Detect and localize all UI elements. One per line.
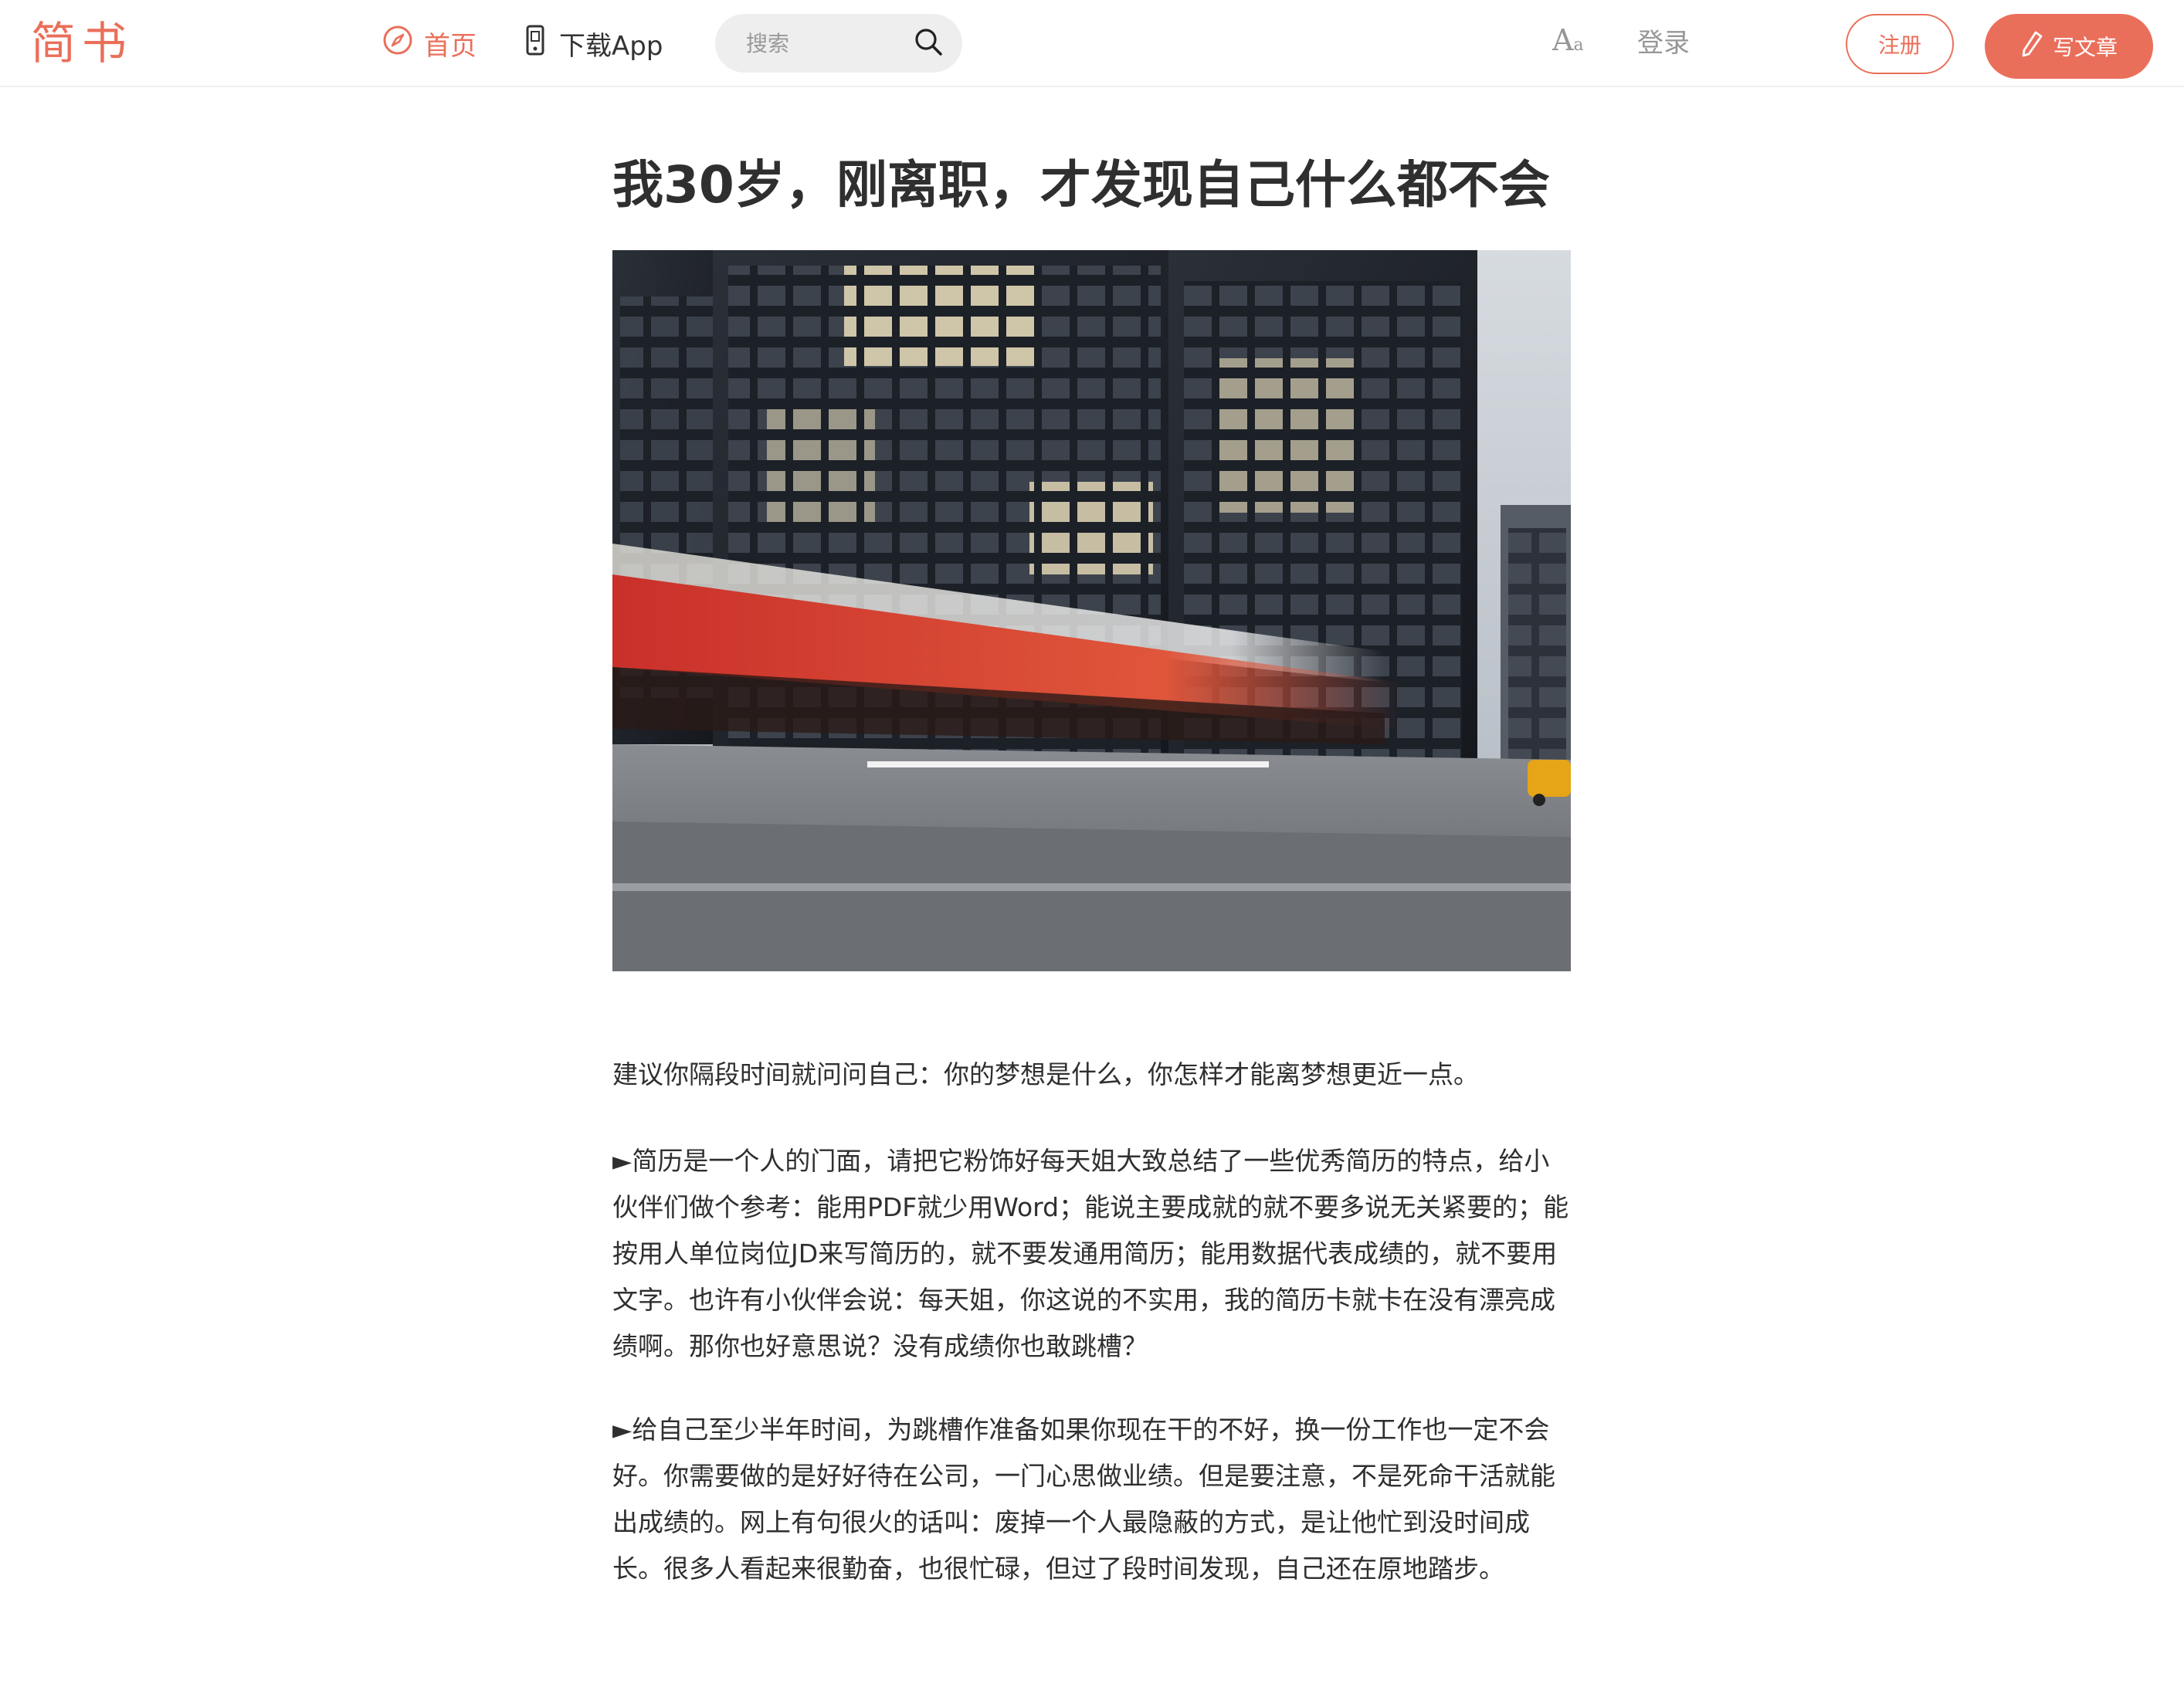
register-button[interactable]: 注册 [1846, 14, 1954, 74]
compass-icon [382, 25, 413, 63]
search-input[interactable] [746, 14, 916, 73]
top-navbar: 简书 首页 下载App 搜索 Aa 登录 注册 写文章 [0, 0, 2184, 87]
mobile-phone-icon [525, 25, 545, 63]
pencil-icon [2020, 30, 2043, 63]
article-hero-image [612, 250, 1571, 971]
write-article-label: 写文章 [2052, 35, 2118, 60]
font-toggle-small: a [1573, 36, 1584, 55]
search-bar [715, 14, 962, 73]
article-paragraph-1: 建议你隔段时间就问问自己：你的梦想是什么，你怎样才能离梦想更近一点。 [612, 1059, 1479, 1089]
article-paragraph-3: ►给自己至少半年时间，为跳槽作准备如果你现在干的不好，换一份工作也一定不会好。你… [612, 1414, 1555, 1584]
search-button[interactable] [910, 25, 947, 62]
nav-app-label: 下载App [559, 30, 663, 62]
article-title: 我30岁，刚离职，才发现自己什么都不会 [612, 155, 1550, 215]
nav-download-app-link[interactable]: 下载App [525, 20, 663, 66]
font-toggle-big: A [1552, 23, 1574, 57]
nav-home-link[interactable]: 首页 [382, 20, 476, 66]
write-article-button[interactable]: 写文章 [1985, 14, 2153, 79]
nav-home-label: 首页 [424, 30, 476, 62]
jianshu-logo[interactable]: 简书 [31, 12, 133, 74]
font-size-toggle[interactable]: Aa [1552, 23, 1584, 66]
search-icon [914, 27, 943, 59]
login-link[interactable]: 登录 [1637, 20, 1690, 66]
article-paragraph-2: ►简历是一个人的门面，请把它粉饰好每天姐大致总结了一些优秀简历的特点，给小伙伴们… [612, 1146, 1569, 1361]
